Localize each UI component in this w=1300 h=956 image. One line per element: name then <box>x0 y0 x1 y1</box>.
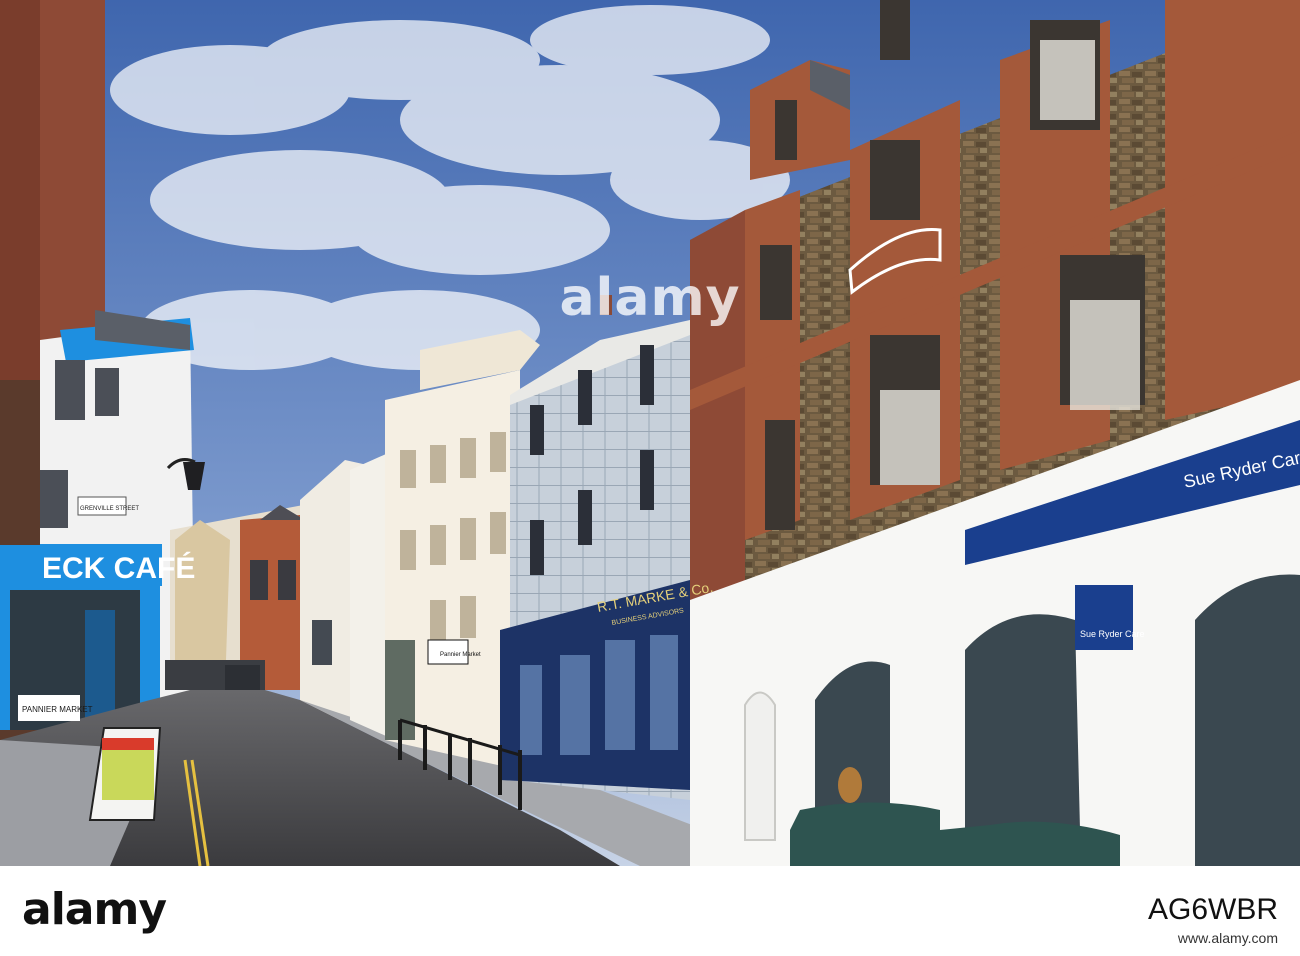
image-id: AG6WBR <box>1147 893 1278 926</box>
street-name-sign: GRENVILLE STREET <box>80 506 139 512</box>
alamy-logo: alamy <box>22 884 167 935</box>
market-direction-sign: Pannier Market <box>440 652 481 658</box>
pannier-market-sign: PANNIER MARKET <box>22 705 93 714</box>
watermark-logo: alamy <box>559 268 741 328</box>
street-photo: ECK CAFÉ GRENVILLE STREET PANNIER MARKET… <box>0 0 1300 866</box>
photo-frame: ECK CAFÉ GRENVILLE STREET PANNIER MARKET… <box>0 0 1300 956</box>
charity-hanging-sign: Sue Ryder Care <box>1080 629 1145 639</box>
stock-footer <box>0 866 1300 956</box>
alamy-url: www.alamy.com <box>1177 930 1278 946</box>
cafe-sign: ECK CAFÉ <box>42 551 195 585</box>
